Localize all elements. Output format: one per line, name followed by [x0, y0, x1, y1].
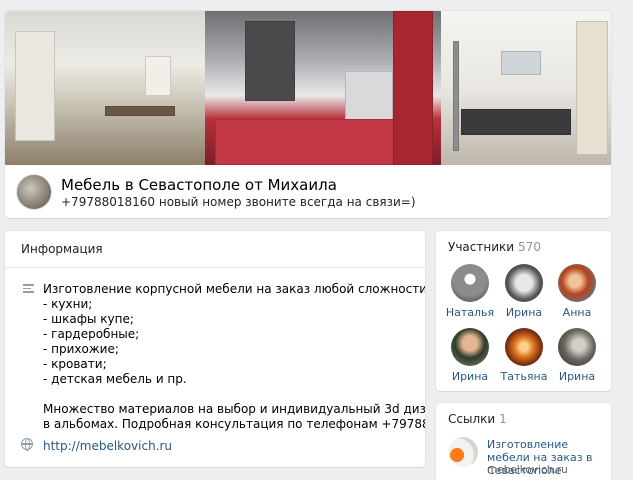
- member-item[interactable]: Татьяна: [498, 328, 550, 383]
- links-label: Ссылки: [448, 412, 496, 426]
- member-name: Ирина: [505, 306, 543, 319]
- links-count: 1: [499, 412, 507, 426]
- description-line: Множество материалов на выбор и индивиду…: [43, 402, 425, 416]
- info-heading: Информация: [21, 242, 103, 256]
- members-label: Участники: [448, 240, 515, 254]
- group-title: Мебель в Севастополе от Михаила: [61, 176, 337, 194]
- globe-icon: [21, 438, 33, 451]
- member-item[interactable]: Ирина: [444, 328, 496, 383]
- member-item[interactable]: Анна: [551, 264, 603, 319]
- description-line: в альбомах. Подробная консультация по те…: [43, 417, 425, 431]
- group-header-card: Мебель в Севастополе от Михаила +7978801…: [5, 11, 611, 218]
- description-line: - гардеробные;: [43, 327, 140, 341]
- description-line: - шкафы купе;: [43, 312, 134, 326]
- cover-image[interactable]: [5, 11, 611, 165]
- member-name: Ирина: [558, 370, 596, 383]
- member-avatar: [558, 328, 596, 366]
- member-avatar: [558, 264, 596, 302]
- member-item[interactable]: Ирина: [551, 328, 603, 383]
- member-avatar: [505, 328, 543, 366]
- members-count: 570: [518, 240, 541, 254]
- links-heading[interactable]: Ссылки 1: [448, 412, 507, 426]
- description-line: - кухни;: [43, 297, 93, 311]
- member-name: Ирина: [451, 370, 489, 383]
- cover-kitchen-left: [5, 11, 205, 165]
- website-link[interactable]: http://mebelkovich.ru: [43, 439, 172, 453]
- group-avatar[interactable]: [16, 174, 52, 210]
- member-avatar: [451, 328, 489, 366]
- description-line: - прихожие;: [43, 342, 119, 356]
- link-thumbnail[interactable]: [448, 437, 478, 467]
- member-name: Наталья: [445, 306, 495, 319]
- group-description: Изготовление корпусной мебели на заказ л…: [43, 282, 425, 432]
- members-heading[interactable]: Участники 570: [448, 240, 541, 254]
- member-item[interactable]: Ирина: [498, 264, 550, 319]
- member-avatar: [451, 264, 489, 302]
- link-domain: mebelkovich.ru: [487, 464, 568, 476]
- member-name: Татьяна: [500, 370, 548, 383]
- cover-kitchen-center: [205, 11, 441, 165]
- member-name: Анна: [562, 306, 592, 319]
- links-card: Ссылки 1 Изготовление мебели на заказ в С…: [436, 403, 611, 480]
- group-status: +79788018160 новый номер звоните всегда …: [61, 195, 416, 209]
- description-line: Изготовление корпусной мебели на заказ л…: [43, 282, 425, 296]
- member-avatar: [505, 264, 543, 302]
- members-card: Участники 570 Наталья Ирина Анна Ирина Та…: [436, 231, 611, 391]
- description-icon: [23, 284, 34, 294]
- divider: [5, 267, 425, 268]
- member-item[interactable]: Наталья: [444, 264, 496, 319]
- cover-furniture-right: [441, 11, 611, 165]
- info-card: Информация Изготовление корпусной мебели…: [5, 231, 425, 467]
- description-line: - детская мебель и пр.: [43, 372, 187, 386]
- description-line: - кровати;: [43, 357, 107, 371]
